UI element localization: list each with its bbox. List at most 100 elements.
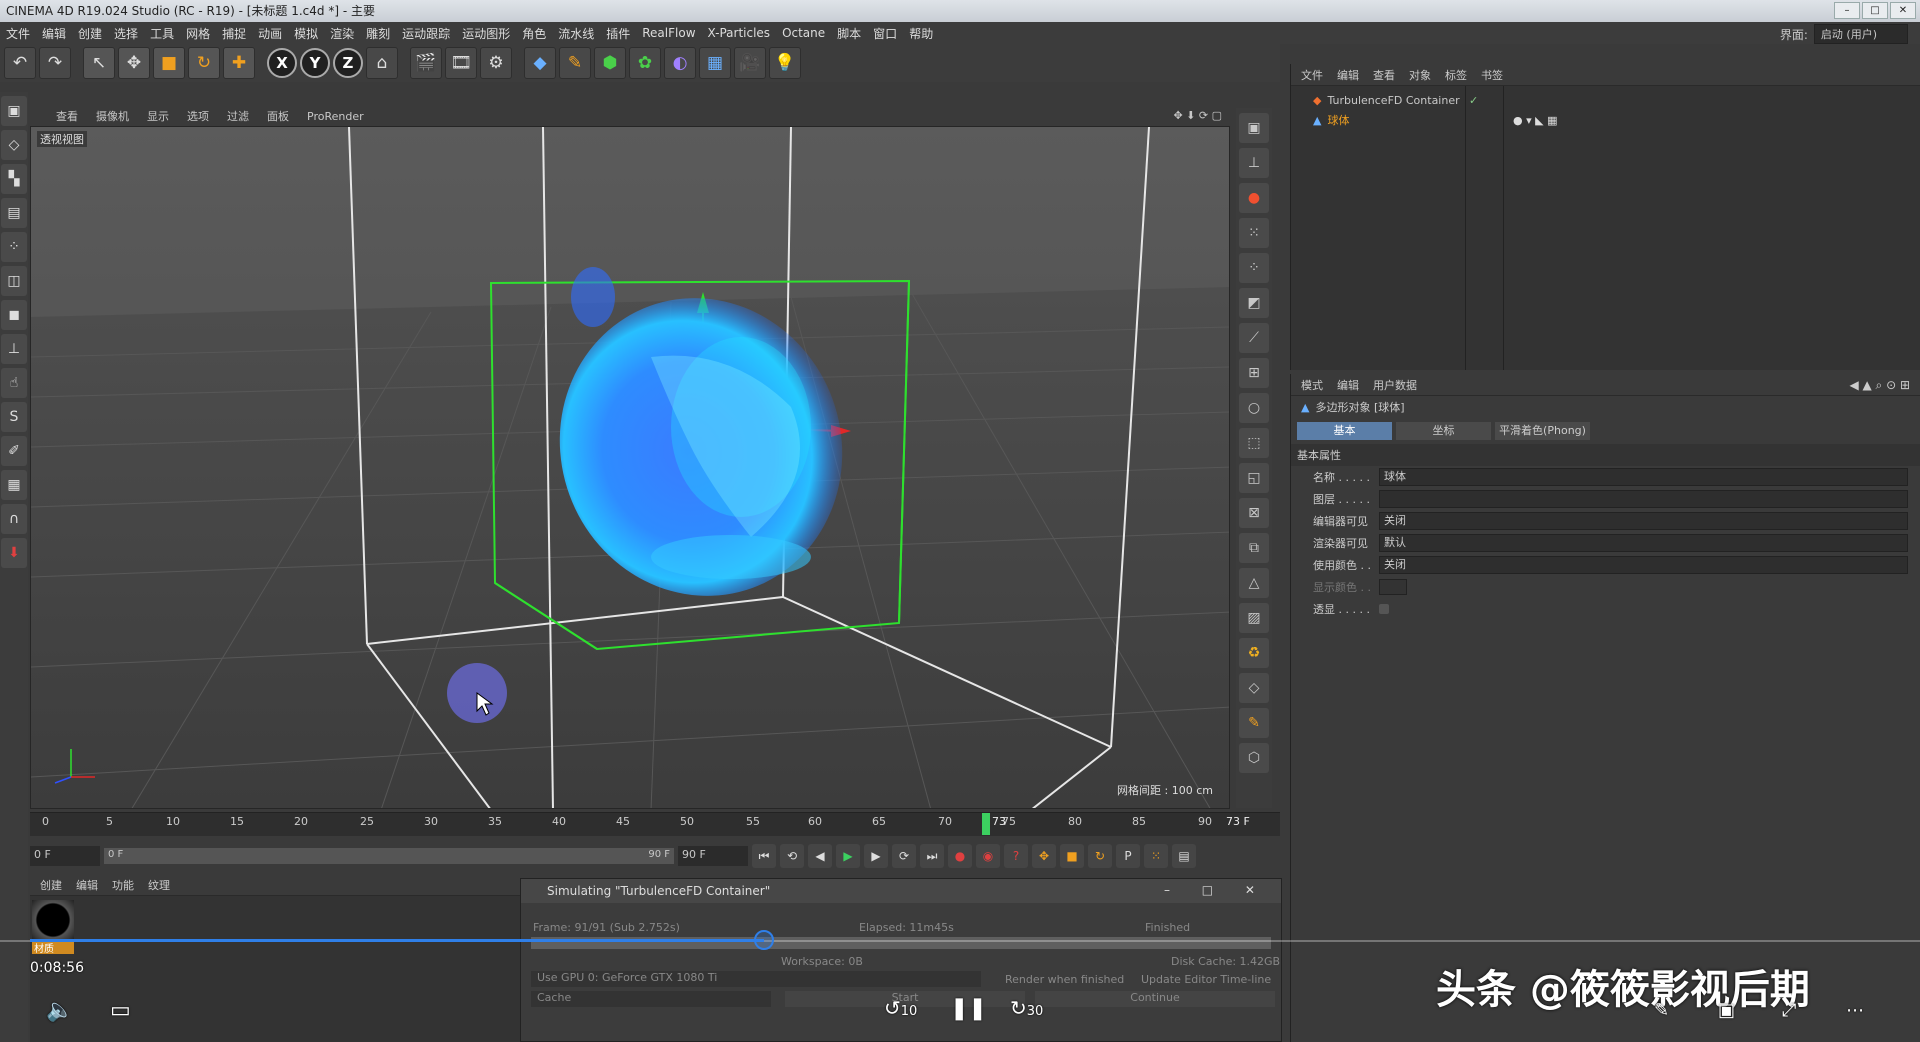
floor-icon[interactable]: ▦ [699, 47, 731, 79]
weld-icon[interactable]: ⊠ [1239, 498, 1269, 528]
use-color-dropdown[interactable]: 关闭 [1379, 556, 1908, 574]
tab-phong[interactable]: 平滑着色(Phong) [1495, 422, 1590, 440]
attr-menu-userdata[interactable]: 用户数据 [1373, 377, 1417, 393]
gpu-select[interactable]: Use GPU 0: GeForce GTX 1080 Ti [531, 971, 981, 987]
menu-motion-tracking[interactable]: 运动跟踪 [396, 25, 456, 42]
layer-field[interactable] [1379, 490, 1908, 508]
menu-character[interactable]: 角色 [516, 25, 552, 42]
tab-coord[interactable]: 坐标 [1396, 422, 1491, 440]
maximize-button[interactable]: □ [1862, 2, 1888, 19]
frame-range-slider[interactable]: 0 F 90 F [104, 848, 674, 864]
null-axis-icon[interactable]: ⊥ [1239, 148, 1269, 178]
attr-menu-mode[interactable]: 模式 [1301, 377, 1323, 393]
coordinate-system-icon[interactable]: ⌂ [366, 47, 398, 79]
timeline-ruler[interactable]: 0 5 10 15 20 25 30 35 40 45 50 55 60 65 … [30, 812, 1280, 836]
timeline-window-icon[interactable]: ▤ [1172, 844, 1196, 868]
om-menu-edit[interactable]: 编辑 [1337, 67, 1359, 83]
video-progress-knob[interactable] [754, 930, 774, 950]
menu-plugins[interactable]: 插件 [600, 25, 636, 42]
workplane-icon[interactable]: ▤ [1, 198, 27, 228]
render-settings-icon[interactable]: ⚙ [480, 47, 512, 79]
key-pla-icon[interactable]: ⁙ [1144, 844, 1168, 868]
tweak-icon[interactable]: ☝ [1, 368, 27, 398]
om-menu-bookmarks[interactable]: 书签 [1481, 67, 1503, 83]
start-frame-field[interactable]: 0 F [30, 846, 100, 866]
continue-button[interactable]: Continue [1035, 991, 1275, 1007]
menu-mesh[interactable]: 网格 [180, 25, 216, 42]
pause-button[interactable]: ❚❚ [950, 996, 987, 1021]
previous-frame-icon[interactable]: ◀ [808, 844, 832, 868]
minimize-button[interactable]: – [1834, 2, 1860, 19]
model-mode-icon[interactable]: ◇ [1, 130, 27, 160]
xray-checkbox[interactable] [1379, 604, 1389, 614]
mat-menu-texture[interactable]: 纹理 [148, 877, 170, 893]
object-row[interactable]: ◆ TurbulenceFD Container ✓ [1291, 90, 1920, 110]
texture-mode-icon[interactable]: ▚ [1, 164, 27, 194]
fullscreen-icon[interactable]: ⤢ [1782, 1000, 1796, 1021]
display-color-swatch[interactable] [1379, 579, 1407, 595]
subtitles-icon[interactable]: ▭ [110, 998, 131, 1023]
viewport-menu-view[interactable]: 查看 [56, 108, 78, 124]
dots-icon[interactable]: ⁘ [1239, 253, 1269, 283]
go-to-start-icon[interactable]: ⏮ [752, 844, 776, 868]
points-mode-icon[interactable]: ⁘ [1, 232, 27, 262]
shape-icon[interactable]: ⬡ [1239, 743, 1269, 773]
om-menu-view[interactable]: 查看 [1373, 67, 1395, 83]
visibility-check-icon[interactable]: ✓ [1469, 94, 1478, 107]
object-tags-icon[interactable]: ● ▾ ◣ ▦ [1513, 114, 1557, 127]
cloner-icon[interactable]: ✿ [629, 47, 661, 79]
cube-icon[interactable]: ◆ [524, 47, 556, 79]
redo-icon[interactable]: ↷ [39, 47, 71, 79]
menu-snap[interactable]: 捕捉 [216, 25, 252, 42]
undo-icon[interactable]: ↶ [4, 47, 36, 79]
om-menu-objects[interactable]: 对象 [1409, 67, 1431, 83]
bridge-icon[interactable]: ⊞ [1239, 358, 1269, 388]
x-axis-lock-button[interactable]: X [267, 48, 297, 78]
menu-animate[interactable]: 动画 [252, 25, 288, 42]
hatch-icon[interactable]: ▨ [1239, 603, 1269, 633]
sphere-outline-icon[interactable]: ○ [1239, 393, 1269, 423]
key-rotation-icon[interactable]: ↻ [1088, 844, 1112, 868]
viewport-menu-options[interactable]: 选项 [187, 108, 209, 124]
more-icon[interactable]: ⋯ [1846, 1000, 1864, 1021]
make-editable-icon[interactable]: ▣ [1, 96, 27, 126]
name-field[interactable]: 球体 [1379, 468, 1908, 486]
add-icon[interactable]: ✚ [223, 47, 255, 79]
sphere-tool-icon[interactable]: ● [1239, 183, 1269, 213]
menu-mograph[interactable]: 运动图形 [456, 25, 516, 42]
rotate-icon[interactable]: ↻ [188, 47, 220, 79]
slice-icon[interactable]: ◩ [1239, 288, 1269, 318]
y-axis-lock-button[interactable]: Y [300, 48, 330, 78]
layout-dropdown[interactable]: 启动 (用户) [1813, 24, 1908, 44]
object-row[interactable]: ▲ 球体 ● ▾ ◣ ▦ [1291, 110, 1920, 130]
menu-simulate[interactable]: 模拟 [288, 25, 324, 42]
magnet-icon[interactable]: ∩ [1, 504, 27, 534]
playhead-marker[interactable] [982, 813, 990, 835]
mirror-icon[interactable]: ⧉ [1239, 533, 1269, 563]
scale-icon[interactable]: ■ [153, 47, 185, 79]
tab-basic[interactable]: 基本 [1297, 422, 1392, 440]
play-icon[interactable]: ▶ [836, 844, 860, 868]
key-param-icon[interactable]: P [1116, 844, 1140, 868]
menu-window[interactable]: 窗口 [867, 25, 903, 42]
menu-xparticles[interactable]: X-Particles [702, 26, 777, 40]
om-menu-tags[interactable]: 标签 [1445, 67, 1467, 83]
light-icon[interactable]: 💡 [769, 47, 801, 79]
menu-sculpt[interactable]: 雕刻 [360, 25, 396, 42]
forward-30-button[interactable]: ↻30 [1010, 996, 1043, 1020]
ghost-cube-icon[interactable]: ◇ [1239, 673, 1269, 703]
render-picture-viewer-icon[interactable]: 🎞 [445, 47, 477, 79]
volume-icon[interactable]: 🔈 [46, 998, 73, 1023]
current-frame-field[interactable]: 73 F [1226, 815, 1250, 828]
record-icon[interactable]: ● [948, 844, 972, 868]
z-axis-lock-button[interactable]: Z [333, 48, 363, 78]
key-position-icon[interactable]: ✥ [1032, 844, 1056, 868]
menu-pipeline[interactable]: 流水线 [552, 25, 600, 42]
menu-create[interactable]: 创建 [72, 25, 108, 42]
perspective-viewport[interactable]: 透视视图 网格间距 : 100 cm [30, 126, 1230, 809]
menu-edit[interactable]: 编辑 [36, 25, 72, 42]
render-when-finished-checkbox[interactable]: Render when finished [1005, 973, 1124, 986]
viewport-nav-icons[interactable]: ✥ ⬇ ⟳ ▢ [1173, 109, 1222, 122]
editor-visible-dropdown[interactable]: 关闭 [1379, 512, 1908, 530]
attr-menu-edit[interactable]: 编辑 [1337, 377, 1359, 393]
